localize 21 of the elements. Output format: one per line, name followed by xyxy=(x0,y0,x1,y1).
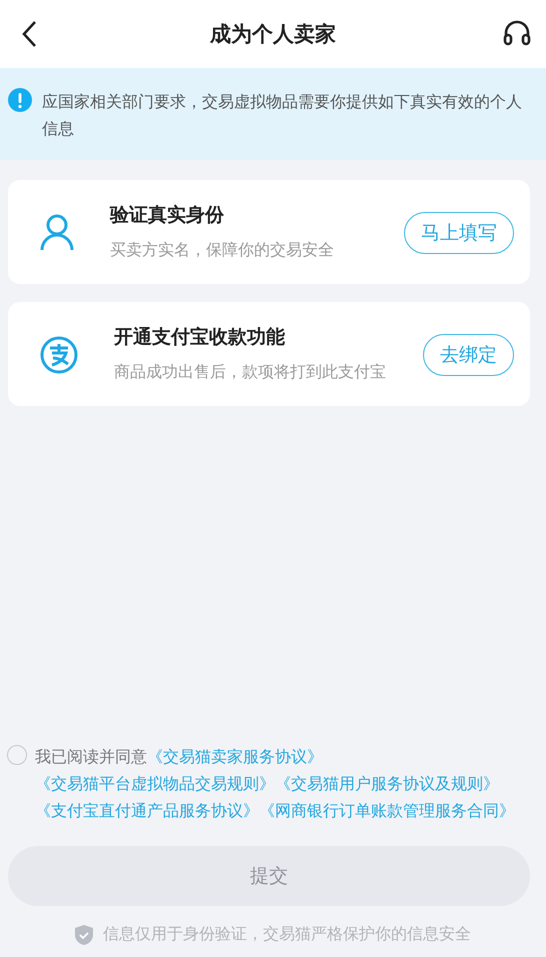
step-description: 商品成功出售后，款项将打到此支付宝 xyxy=(114,361,387,383)
agreement-link[interactable]: 《交易猫平台虚拟物品交易规则》 xyxy=(35,774,275,793)
step-action-button[interactable]: 马上填写 xyxy=(404,212,514,254)
info-icon xyxy=(8,88,32,112)
shield-check-icon xyxy=(75,924,93,944)
agreement-text: 我已阅读并同意 xyxy=(35,747,147,766)
agreement-link[interactable]: 《交易猫用户服务协议及规则》 xyxy=(275,774,499,793)
notice-text: 应国家相关部门要求，交易虚拟物品需要你提供如下真实有效的个人信息 xyxy=(42,91,523,140)
agreement-link[interactable]: 《交易猫卖家服务协议》 xyxy=(147,747,323,766)
back-icon xyxy=(21,20,37,48)
agree-checkbox[interactable] xyxy=(7,745,27,765)
step-description: 买卖方实名，保障你的交易安全 xyxy=(110,239,335,261)
payment-logo-icon xyxy=(40,336,78,374)
step-title: 验证真实身份 xyxy=(110,203,225,228)
agreement-link[interactable]: 《网商银行订单账款管理服务合同》 xyxy=(259,801,515,820)
page-title: 成为个人卖家 xyxy=(210,21,336,48)
agreement-link[interactable]: 《支付宝直付通产品服务协议》 xyxy=(35,801,259,820)
privacy-note: 信息仅用于身份验证，交易猫严格保护你的信息安全 xyxy=(103,924,471,945)
step-action-button[interactable]: 去绑定 xyxy=(423,334,514,376)
person-icon xyxy=(40,214,74,252)
step-title: 开通支付宝收款功能 xyxy=(114,325,286,350)
